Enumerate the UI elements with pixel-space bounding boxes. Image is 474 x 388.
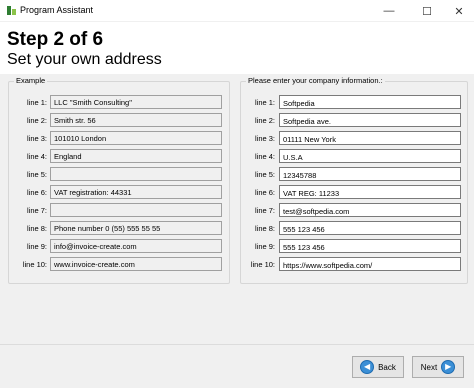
company-row: line 1: (241, 95, 467, 109)
company-line-9-input[interactable] (279, 239, 461, 253)
title-bar: Program Assistant — ☐ ✕ (0, 0, 474, 22)
example-line-label: line 7: (26, 206, 47, 215)
company-row: line 6: (241, 185, 467, 199)
example-line-3-field: 101010 London (50, 131, 222, 145)
company-row: line 5: (241, 167, 467, 181)
back-button-label: Back (378, 362, 396, 372)
example-row: line 1: LLC "Smith Consulting" (9, 95, 229, 109)
company-line-label: line 2: (254, 116, 275, 125)
company-line-10-input[interactable] (279, 257, 461, 271)
content-area: Example line 1: LLC "Smith Consulting" l… (0, 74, 474, 344)
window-title: Program Assistant (20, 5, 94, 15)
company-line-1-input[interactable] (279, 95, 461, 109)
company-line-6-input[interactable] (279, 185, 461, 199)
company-line-label: line 9: (254, 242, 275, 251)
back-button[interactable]: ◀ Back (352, 356, 404, 378)
example-legend: Example (14, 76, 48, 85)
example-line-label: line 4: (26, 152, 47, 161)
company-line-label: line 10: (250, 260, 275, 269)
company-row: line 9: (241, 239, 467, 253)
example-line-label: line 2: (26, 116, 47, 125)
right-arrow-icon: ▶ (441, 360, 456, 374)
example-row: line 10: www.invoice-create.com (9, 257, 229, 271)
example-line-label: line 3: (26, 134, 47, 143)
close-button[interactable]: ✕ (444, 0, 474, 22)
company-line-5-input[interactable] (279, 167, 461, 181)
company-row: line 10: (241, 257, 467, 271)
company-row: line 8: (241, 221, 467, 235)
company-line-label: line 4: (254, 152, 275, 161)
company-line-label: line 8: (254, 224, 275, 233)
example-line-10-field: www.invoice-create.com (50, 257, 222, 271)
company-line-4-input[interactable] (279, 149, 461, 163)
company-row: line 4: (241, 149, 467, 163)
wizard-footer: ◀ Back Next ▶ (0, 344, 474, 388)
company-line-label: line 5: (254, 170, 275, 179)
example-line-label: line 1: (26, 98, 47, 107)
example-line-6-field: VAT registration: 44331 (50, 185, 222, 199)
example-row: line 2: Smith str. 56 (9, 113, 229, 127)
company-line-2-input[interactable] (279, 113, 461, 127)
company-line-7-input[interactable] (279, 203, 461, 217)
maximize-button[interactable]: ☐ (412, 0, 442, 22)
example-row: line 6: VAT registration: 44331 (9, 185, 229, 199)
company-line-label: line 7: (254, 206, 275, 215)
example-line-label: line 9: (26, 242, 47, 251)
example-row: line 3: 101010 London (9, 131, 229, 145)
company-row: line 3: (241, 131, 467, 145)
example-row: line 5: (9, 167, 229, 181)
example-line-5-field (50, 167, 222, 181)
company-info-group: Please enter your company information.: … (240, 76, 468, 284)
company-line-label: line 3: (254, 134, 275, 143)
company-line-3-input[interactable] (279, 131, 461, 145)
app-icon (7, 6, 16, 15)
company-info-legend: Please enter your company information.: (246, 76, 385, 85)
example-line-label: line 6: (26, 188, 47, 197)
example-line-4-field: England (50, 149, 222, 163)
example-line-2-field: Smith str. 56 (50, 113, 222, 127)
page-subtitle: Set your own address (7, 51, 162, 68)
company-line-label: line 1: (254, 98, 275, 107)
example-row: line 8: Phone number 0 (55) 555 55 55 (9, 221, 229, 235)
example-line-9-field: info@invoice-create.com (50, 239, 222, 253)
example-row: line 9: info@invoice-create.com (9, 239, 229, 253)
example-group: Example line 1: LLC "Smith Consulting" l… (8, 76, 230, 284)
example-line-8-field: Phone number 0 (55) 555 55 55 (50, 221, 222, 235)
example-row: line 4: England (9, 149, 229, 163)
example-line-label: line 8: (26, 224, 47, 233)
example-line-label: line 10: (22, 260, 47, 269)
step-heading: Step 2 of 6 (7, 29, 104, 50)
company-line-8-input[interactable] (279, 221, 461, 235)
company-row: line 2: (241, 113, 467, 127)
example-line-7-field (50, 203, 222, 217)
next-button[interactable]: Next ▶ (412, 356, 464, 378)
next-button-label: Next (420, 362, 438, 372)
company-line-label: line 6: (254, 188, 275, 197)
left-arrow-icon: ◀ (360, 360, 375, 374)
example-line-1-field: LLC "Smith Consulting" (50, 95, 222, 109)
example-line-label: line 5: (26, 170, 47, 179)
example-row: line 7: (9, 203, 229, 217)
company-row: line 7: (241, 203, 467, 217)
minimize-button[interactable]: — (374, 0, 404, 22)
